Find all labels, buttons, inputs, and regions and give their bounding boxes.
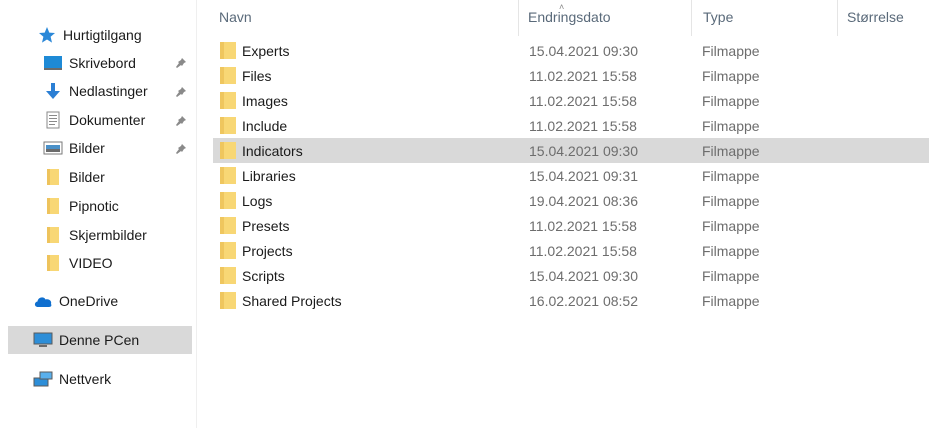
file-name: Files [242, 67, 272, 84]
nav-quick-access[interactable]: Hurtigtilgang [37, 22, 142, 48]
cloud-icon [33, 292, 53, 310]
file-type: Filmappe [702, 42, 760, 59]
column-separator[interactable] [837, 0, 838, 36]
file-row[interactable]: Images 11.02.2021 15:58 Filmappe [213, 88, 929, 113]
column-separator[interactable] [691, 0, 692, 36]
column-header-size[interactable]: Størrelse [847, 9, 904, 25]
computer-icon [33, 331, 53, 349]
column-header-date[interactable]: Endringsdato [528, 9, 611, 25]
folder-icon [43, 197, 63, 215]
file-name: Presets [242, 217, 290, 234]
file-row[interactable]: Include 11.02.2021 15:58 Filmappe [213, 113, 929, 138]
folder-icon [219, 92, 237, 109]
pin-icon[interactable] [174, 142, 188, 156]
nav-item-documents[interactable]: Dokumenter [43, 107, 145, 133]
column-header: ˄ Navn Endringsdato Type Størrelse [197, 0, 932, 36]
file-type: Filmappe [702, 167, 760, 184]
nav-item-folder-bilder[interactable]: Bilder [43, 164, 105, 190]
file-row[interactable]: Experts 15.04.2021 09:30 Filmappe [213, 38, 929, 63]
file-name: Scripts [242, 267, 285, 284]
file-name: Logs [242, 192, 273, 209]
file-type: Filmappe [702, 67, 760, 84]
folder-icon [219, 142, 237, 159]
file-date: 11.02.2021 15:58 [529, 217, 637, 234]
file-date: 15.04.2021 09:30 [529, 267, 638, 284]
document-icon [43, 111, 63, 129]
navigation-pane: Hurtigtilgang Skrivebord Nedlastinger Do… [0, 0, 196, 428]
file-date: 11.02.2021 15:58 [529, 242, 637, 259]
folder-icon [219, 167, 237, 184]
folder-icon [219, 267, 237, 284]
file-date: 16.02.2021 08:52 [529, 292, 638, 309]
folder-icon [43, 254, 63, 272]
file-type: Filmappe [702, 192, 760, 209]
pin-icon[interactable] [174, 114, 188, 128]
pane-divider[interactable] [196, 0, 197, 428]
file-type: Filmappe [702, 267, 760, 284]
nav-item-network[interactable]: Nettverk [33, 366, 111, 392]
file-name: Images [242, 92, 288, 109]
file-type: Filmappe [702, 217, 760, 234]
folder-icon [219, 67, 237, 84]
file-row[interactable]: Files 11.02.2021 15:58 Filmappe [213, 63, 929, 88]
network-icon [33, 370, 53, 388]
file-name: Include [242, 117, 288, 134]
column-separator[interactable] [518, 0, 519, 36]
folder-icon [43, 168, 63, 186]
file-row[interactable]: Indicators 15.04.2021 09:30 Filmappe [213, 138, 929, 163]
folder-icon [219, 117, 237, 134]
folder-icon [219, 292, 237, 309]
file-date: 15.04.2021 09:30 [529, 42, 638, 59]
file-type: Filmappe [702, 92, 760, 109]
column-header-name[interactable]: Navn [219, 9, 252, 25]
star-icon [37, 26, 57, 44]
nav-item-pictures[interactable]: Bilder [43, 135, 105, 161]
file-date: 15.04.2021 09:30 [529, 142, 638, 159]
file-type: Filmappe [702, 142, 760, 159]
pin-icon[interactable] [174, 85, 188, 99]
pin-icon[interactable] [174, 56, 188, 70]
nav-item-desktop[interactable]: Skrivebord [43, 50, 136, 76]
file-date: 11.02.2021 15:58 [529, 92, 637, 109]
file-row[interactable]: Shared Projects 16.02.2021 08:52 Filmappe [213, 288, 929, 313]
folder-icon [219, 217, 237, 234]
column-header-type[interactable]: Type [703, 9, 733, 25]
file-row[interactable]: Logs 19.04.2021 08:36 Filmappe [213, 188, 929, 213]
pictures-icon [43, 139, 63, 157]
file-name: Indicators [242, 142, 303, 159]
file-name: Libraries [242, 167, 296, 184]
folder-icon [43, 226, 63, 244]
file-name: Experts [242, 42, 290, 59]
nav-item-downloads[interactable]: Nedlastinger [43, 78, 148, 104]
nav-item-this-pc[interactable]: Denne PCen [33, 327, 139, 353]
file-type: Filmappe [702, 117, 760, 134]
file-type: Filmappe [702, 292, 760, 309]
file-type: Filmappe [702, 242, 760, 259]
file-row[interactable]: Scripts 15.04.2021 09:30 Filmappe [213, 263, 929, 288]
nav-item-folder-skjermbilder[interactable]: Skjermbilder [43, 222, 147, 248]
folder-icon [219, 192, 237, 209]
nav-item-folder-video[interactable]: VIDEO [43, 250, 113, 276]
file-row[interactable]: Projects 11.02.2021 15:58 Filmappe [213, 238, 929, 263]
folder-icon [219, 42, 237, 59]
file-date: 11.02.2021 15:58 [529, 67, 637, 84]
file-date: 19.04.2021 08:36 [529, 192, 638, 209]
nav-item-folder-pipnotic[interactable]: Pipnotic [43, 193, 119, 219]
nav-item-onedrive[interactable]: OneDrive [33, 288, 118, 314]
file-row[interactable]: Libraries 15.04.2021 09:31 Filmappe [213, 163, 929, 188]
folder-icon [219, 242, 237, 259]
file-date: 15.04.2021 09:31 [529, 167, 638, 184]
download-icon [43, 82, 63, 100]
desktop-icon [43, 54, 63, 72]
file-date: 11.02.2021 15:58 [529, 117, 637, 134]
file-name: Projects [242, 242, 293, 259]
file-row[interactable]: Presets 11.02.2021 15:58 Filmappe [213, 213, 929, 238]
file-name: Shared Projects [242, 292, 342, 309]
